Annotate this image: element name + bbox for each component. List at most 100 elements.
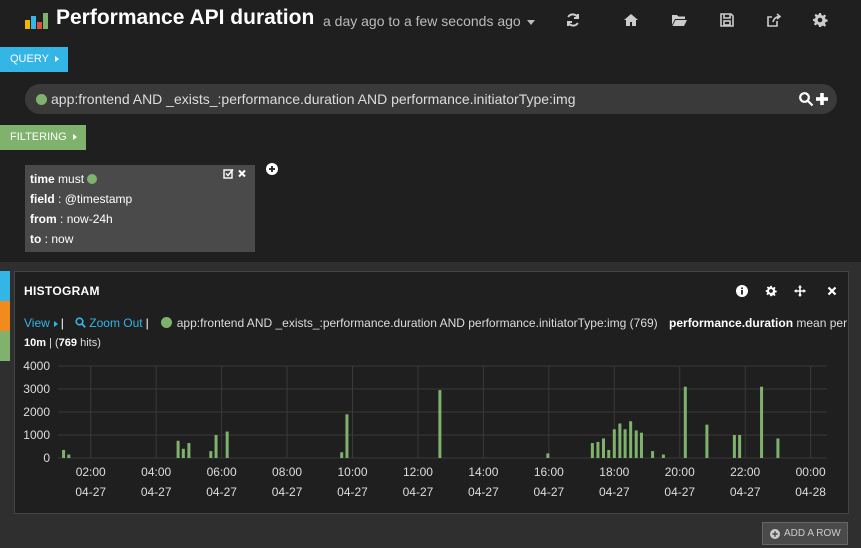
zoom-out-icon (75, 317, 87, 328)
histogram-bar (705, 424, 709, 458)
add-row-button[interactable]: ADD A ROW (762, 522, 848, 545)
search-icon[interactable] (798, 91, 814, 107)
histogram-bar (738, 435, 742, 458)
home-icon[interactable] (623, 12, 639, 28)
timepicker-label: a day ago to a few seconds ago (323, 13, 521, 29)
legend-hits-count: 769 (58, 337, 78, 349)
query-input[interactable]: app:frontend AND _exists_:performance.du… (25, 84, 837, 114)
filter-status-dot (87, 174, 98, 184)
histogram-bar (590, 443, 594, 458)
x-tick-time: 14:00 (468, 465, 498, 479)
view-toggle[interactable]: View (24, 316, 58, 330)
row-collapse-handle[interactable] (0, 271, 10, 301)
histogram-bar (209, 451, 213, 458)
x-tick-date: 04-27 (75, 485, 106, 499)
query-section-toggle[interactable]: QUERY (0, 47, 68, 72)
x-tick-time: 18:00 (599, 465, 629, 479)
x-tick-date: 04-27 (599, 485, 630, 499)
histogram-bar (683, 386, 687, 458)
checkbox-icon[interactable] (223, 168, 234, 179)
y-tick-label: 3000 (23, 382, 50, 396)
zoom-out-button[interactable]: Zoom Out (71, 316, 143, 330)
row-color-stripe (0, 331, 10, 361)
histogram-bar (732, 435, 736, 458)
histogram-bar (176, 440, 180, 458)
chevron-right-icon (53, 320, 58, 327)
histogram-bar (601, 438, 605, 458)
add-row-label: ADD A ROW (784, 528, 841, 539)
legend-interval-line: 10m | (769 hits) (24, 337, 101, 349)
filtering-section-toggle[interactable]: FILTERING (0, 125, 86, 150)
close-icon[interactable] (237, 168, 247, 179)
chevron-right-icon (72, 134, 77, 141)
histogram-bar (546, 453, 550, 458)
x-tick-date: 04-27 (337, 485, 368, 499)
x-tick-date: 04-27 (664, 485, 695, 499)
dashboard-title[interactable]: Performance API duration (56, 6, 314, 30)
x-tick-time: 10:00 (337, 465, 367, 479)
query-text[interactable]: app:frontend AND _exists_:performance.du… (51, 91, 576, 107)
filter-to-line: to : now (30, 232, 74, 246)
x-tick-time: 20:00 (665, 465, 695, 479)
histogram-bar (634, 430, 638, 458)
chevron-right-icon (54, 56, 59, 63)
add-query-icon[interactable] (815, 91, 829, 107)
histogram-chart: 0 1000 2000 3000 4000 02:00 04-27 04:00 04-27 06:… (23, 360, 827, 499)
x-tick-time: 02:00 (76, 465, 106, 479)
y-tick-label: 0 (43, 451, 50, 465)
gear-icon[interactable] (765, 285, 777, 297)
histogram-bar (607, 449, 611, 458)
legend-query: app:frontend AND _exists_:performance.du… (176, 316, 658, 330)
share-icon[interactable] (766, 12, 782, 28)
histogram-bar (438, 390, 442, 458)
timepicker[interactable]: a day ago to a few seconds ago (323, 13, 535, 29)
legend-divider: | (60, 316, 64, 330)
histogram-bar (623, 429, 627, 458)
legend-divider: | (145, 316, 149, 330)
logo (25, 13, 49, 29)
histogram-bar (776, 438, 780, 458)
x-tick-date: 04-27 (533, 485, 564, 499)
gear-icon[interactable] (812, 12, 828, 28)
filter-field-value: @timestamp (64, 192, 133, 206)
x-tick-date: 04-27 (141, 485, 172, 499)
histogram-bar (629, 421, 633, 458)
histogram-bar (187, 443, 191, 458)
histogram-bar (760, 386, 764, 458)
move-icon[interactable] (794, 285, 806, 297)
x-tick-time: 16:00 (534, 465, 564, 479)
histogram-bar (596, 441, 600, 458)
filter-to-value: now (51, 232, 74, 246)
time-filter-card: time must field : @timestamp from : now-… (25, 165, 255, 252)
close-icon[interactable] (826, 285, 838, 297)
x-tick-time: 04:00 (141, 465, 171, 479)
x-tick-time: 06:00 (207, 465, 237, 479)
filter-from-value: now-24h (66, 212, 113, 226)
folder-open-icon[interactable] (671, 12, 687, 28)
histogram-bar (612, 429, 616, 458)
add-filter-icon[interactable] (266, 163, 278, 175)
legend-interval: 10m (24, 337, 47, 349)
filter-mandate[interactable]: must (58, 172, 84, 186)
filter-to-label: to (30, 232, 42, 246)
histogram-bar (340, 452, 344, 458)
info-icon[interactable] (736, 285, 748, 297)
legend-series-dot[interactable] (160, 317, 172, 328)
x-tick-time: 08:00 (272, 465, 302, 479)
x-tick-time: 12:00 (403, 465, 433, 479)
legend-metric-field: performance.duration (669, 316, 794, 330)
refresh-icon[interactable] (565, 12, 581, 28)
filter-field-label: field (30, 192, 55, 206)
histogram-bar (345, 414, 349, 458)
filter-from-label: from (30, 212, 57, 226)
query-color-dot[interactable] (36, 94, 47, 105)
filter-type: time (30, 172, 55, 186)
histogram-bar (618, 423, 622, 458)
save-icon[interactable] (719, 12, 735, 28)
x-tick-date: 04-27 (403, 485, 434, 499)
histogram-bar (661, 454, 665, 458)
chevron-down-icon (526, 19, 535, 25)
histogram-bar (651, 451, 655, 458)
y-tick-label: 2000 (23, 405, 50, 419)
panel-legend: View | Zoom Out | app:frontend AND _exists_… (24, 316, 847, 330)
